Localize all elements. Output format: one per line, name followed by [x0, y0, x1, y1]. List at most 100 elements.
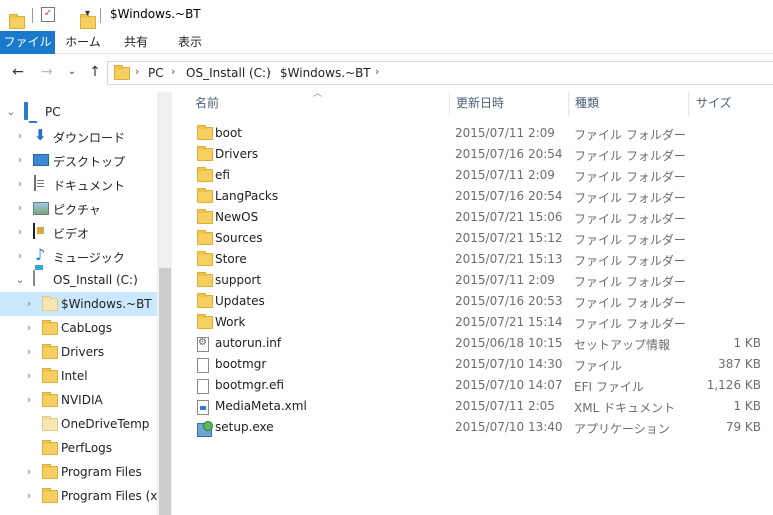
file-row[interactable]: NewOS 2015/07/21 15:06 ファイル フォルダー [180, 207, 773, 228]
recent-locations-chevron-icon[interactable]: ⌄ [63, 63, 81, 81]
chevron-down-icon[interactable]: ⌄ [6, 105, 16, 118]
nav-label: Program Files (x86 [61, 489, 172, 503]
properties-icon[interactable]: ✓ [41, 7, 55, 22]
chevron-right-icon[interactable]: › [15, 129, 25, 142]
chevron-right-icon[interactable]: › [24, 345, 34, 358]
column-header-date[interactable]: 更新日時 [456, 94, 504, 114]
tab-home[interactable]: ホーム [58, 31, 108, 54]
nav-item-nvidia[interactable]: › NVIDIA [0, 388, 157, 412]
chevron-right-icon[interactable]: › [24, 369, 34, 382]
file-row[interactable]: Drivers 2015/07/16 20:54 ファイル フォルダー [180, 144, 773, 165]
window-title: $Windows.~BT [110, 7, 201, 21]
chevron-right-icon[interactable]: › [15, 177, 25, 190]
nav-item-onedrivetemp[interactable]: OneDriveTemp [0, 412, 157, 436]
chevron-right-icon[interactable]: › [24, 297, 34, 310]
tab-view[interactable]: 表示 [165, 31, 215, 54]
chevron-right-icon[interactable]: › [24, 321, 34, 334]
folder-icon [197, 209, 213, 224]
nav-item-drive-c[interactable]: ⌄ OS_Install (C:) [0, 268, 157, 292]
file-row[interactable]: boot 2015/07/11 2:09 ファイル フォルダー [180, 123, 773, 144]
breadcrumb-folder[interactable]: $Windows.~BT [280, 66, 371, 80]
nav-scrollbar-thumb[interactable] [159, 268, 171, 515]
tab-file[interactable]: ファイル [0, 31, 55, 54]
file-row[interactable]: support 2015/07/11 2:09 ファイル フォルダー [180, 270, 773, 291]
nav-item-music[interactable]: › ♪ ミュージック [0, 244, 157, 268]
file-row[interactable]: efi 2015/07/11 2:09 ファイル フォルダー [180, 165, 773, 186]
file-date: 2015/07/11 2:09 [455, 168, 555, 182]
navigation-pane[interactable]: ⌄ PC › ⬇ ダウンロード › デスクトップ › ドキュメント › ピクチャ… [0, 92, 172, 515]
back-arrow-icon[interactable]: ← [9, 63, 27, 81]
file-date: 2015/07/10 14:07 [455, 378, 563, 392]
chevron-right-icon[interactable]: › [267, 65, 271, 78]
file-row[interactable]: MediaMeta.xml 2015/07/11 2:05 XML ドキュメント… [180, 396, 773, 417]
column-divider[interactable] [568, 92, 569, 116]
file-name: NewOS [215, 210, 259, 224]
nav-item-pc[interactable]: ⌄ PC [0, 100, 157, 124]
column-header-type[interactable]: 種類 [575, 94, 599, 114]
file-row[interactable]: Work 2015/07/21 15:14 ファイル フォルダー [180, 312, 773, 333]
tab-share[interactable]: 共有 [113, 31, 159, 54]
nav-label: Program Files [61, 465, 142, 479]
chevron-right-icon[interactable]: › [24, 393, 34, 406]
chevron-right-icon[interactable]: › [15, 225, 25, 238]
file-row[interactable]: LangPacks 2015/07/16 20:54 ファイル フォルダー [180, 186, 773, 207]
nav-item-windows-bt[interactable]: › $Windows.~BT [0, 292, 157, 316]
address-bar[interactable]: › PC › OS_Install (C:) › $Windows.~BT › [107, 61, 773, 85]
nav-item-videos[interactable]: › ビデオ [0, 220, 157, 244]
folder-icon [114, 65, 130, 80]
folder-icon [197, 146, 213, 161]
folder-icon [42, 440, 58, 455]
up-arrow-icon[interactable]: ↑ [86, 63, 104, 81]
chevron-right-icon[interactable]: › [15, 249, 25, 262]
file-row[interactable]: Updates 2015/07/16 20:53 ファイル フォルダー [180, 291, 773, 312]
chevron-right-icon[interactable]: › [24, 465, 34, 478]
folder-icon [42, 320, 58, 335]
chevron-right-icon[interactable]: › [15, 201, 25, 214]
file-type: セットアップ情報 [574, 338, 671, 352]
navigation-bar: ← → ⌄ ↑ › PC › OS_Install (C:) › $Window… [0, 55, 773, 91]
file-date: 2015/07/11 2:09 [455, 273, 555, 287]
file-date: 2015/07/21 15:06 [455, 210, 563, 224]
nav-item-pictures[interactable]: › ピクチャ [0, 196, 157, 220]
column-header-size[interactable]: サイズ [696, 94, 732, 114]
folder-icon [197, 167, 213, 182]
nav-label: デスクトップ [53, 155, 126, 169]
file-row[interactable]: Store 2015/07/21 15:13 ファイル フォルダー [180, 249, 773, 270]
chevron-right-icon[interactable]: › [171, 65, 175, 78]
forward-arrow-icon[interactable]: → [38, 63, 56, 81]
folder-icon [42, 296, 58, 311]
file-name: Work [215, 315, 246, 329]
chevron-right-icon[interactable]: › [375, 65, 379, 78]
chevron-right-icon[interactable]: › [135, 65, 139, 78]
folder-icon [197, 272, 213, 287]
column-divider[interactable] [449, 92, 450, 116]
chevron-down-icon[interactable]: ⌄ [15, 273, 25, 286]
chevron-right-icon[interactable]: › [24, 489, 34, 502]
nav-item-cablogs[interactable]: › CabLogs [0, 316, 157, 340]
nav-item-documents[interactable]: › ドキュメント [0, 172, 157, 196]
nav-item-perflogs[interactable]: PerfLogs [0, 436, 157, 460]
breadcrumb-pc[interactable]: PC [148, 66, 164, 80]
nav-label: ピクチャ [53, 203, 101, 217]
nav-item-drivers[interactable]: › Drivers [0, 340, 157, 364]
chevron-right-icon[interactable]: › [15, 153, 25, 166]
nav-item-downloads[interactable]: › ⬇ ダウンロード [0, 124, 157, 148]
settings-file-icon [197, 337, 209, 352]
nav-item-intel[interactable]: › Intel [0, 364, 157, 388]
customize-toolbar-icon[interactable]: ▾ [85, 8, 90, 19]
file-row[interactable]: Sources 2015/07/21 15:12 ファイル フォルダー [180, 228, 773, 249]
nav-item-program-files-x86[interactable]: › Program Files (x86 [0, 484, 172, 508]
nav-label: PerfLogs [61, 441, 113, 455]
file-row[interactable]: bootmgr.efi 2015/07/10 14:07 EFI ファイル 1,… [180, 375, 773, 396]
nav-item-program-files[interactable]: › Program Files [0, 460, 157, 484]
column-header-name[interactable]: 名前 [195, 94, 219, 114]
nav-item-desktop[interactable]: › デスクトップ [0, 148, 157, 172]
nav-label: OS_Install (C:) [53, 273, 138, 287]
file-row[interactable]: autorun.inf 2015/06/18 10:15 セットアップ情報 1 … [180, 333, 773, 354]
file-row[interactable]: setup.exe 2015/07/10 13:40 アプリケーション 79 K… [180, 417, 773, 438]
breadcrumb-drive[interactable]: OS_Install (C:) [186, 66, 271, 80]
column-divider[interactable] [688, 92, 689, 116]
file-row[interactable]: bootmgr 2015/07/10 14:30 ファイル 387 KB [180, 354, 773, 375]
folder-icon [9, 14, 25, 29]
file-size: 1 KB [733, 399, 761, 413]
